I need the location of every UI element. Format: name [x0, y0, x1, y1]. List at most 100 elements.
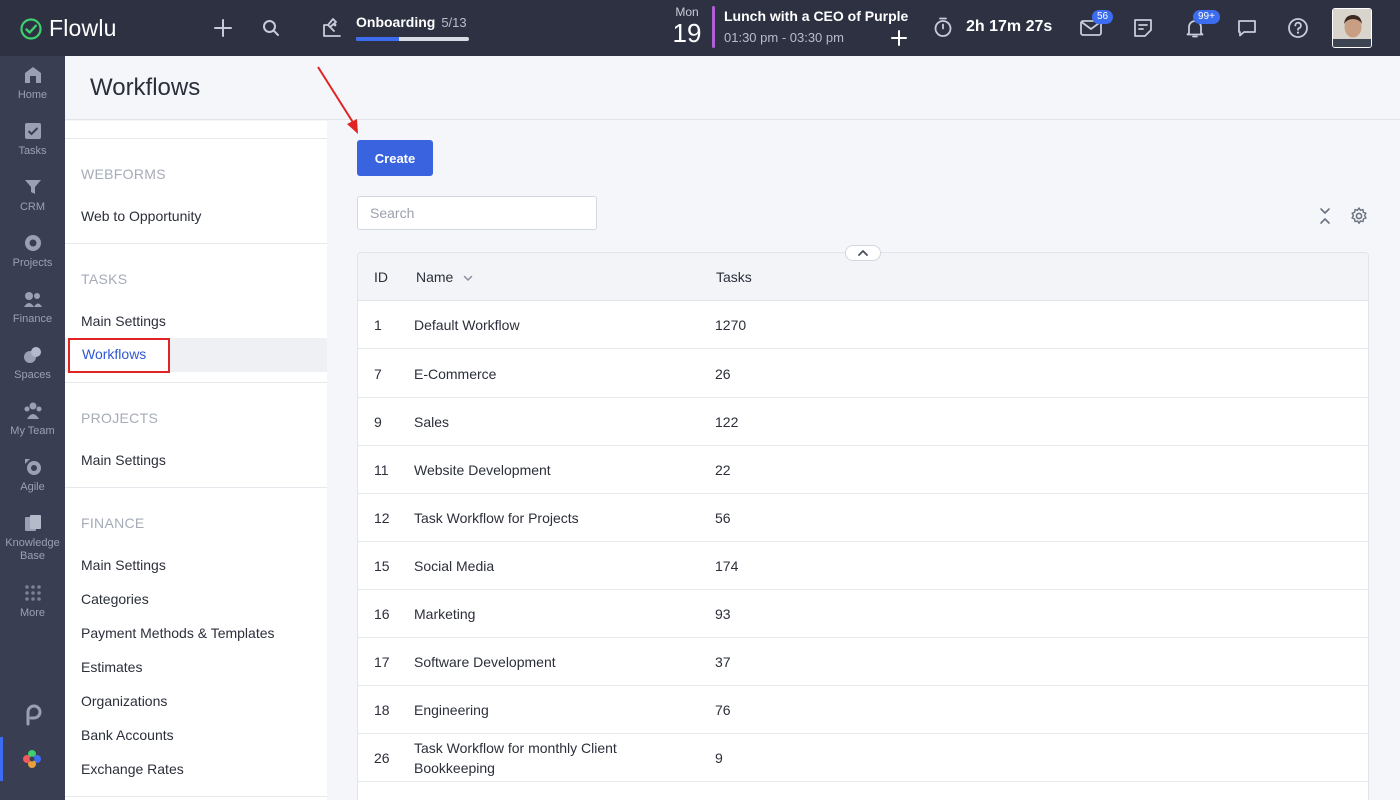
cell-id: 26 [374, 750, 390, 766]
user-avatar[interactable] [1332, 8, 1372, 48]
nav-spaces[interactable]: Spaces [0, 336, 65, 392]
create-button[interactable]: Create [357, 140, 433, 176]
cell-name[interactable]: Marketing [414, 604, 654, 624]
top-bar: Flowlu Onboarding 5/13 Mon 19 Lunch with … [0, 0, 1400, 56]
cell-name[interactable]: Social Media [414, 556, 654, 576]
knowledge-base-icon [24, 515, 41, 531]
cell-id: 11 [374, 462, 389, 478]
time-tracker[interactable]: 2h 17m 27s [932, 16, 1052, 38]
calendar-weekday: Mon [675, 5, 699, 19]
rocket-icon [323, 18, 341, 37]
upcoming-event[interactable]: Lunch with a CEO of Purple 01:30 pm - 03… [724, 8, 914, 45]
cell-tasks: 93 [715, 606, 731, 622]
mail-icon[interactable]: 56 [1079, 10, 1114, 40]
table-row[interactable]: 16 Marketing 93 [358, 590, 1368, 638]
settings-item-bank-accounts[interactable]: Bank Accounts [81, 727, 174, 743]
nav-label: Projects [12, 257, 53, 269]
nav-my-team[interactable]: My Team [0, 392, 65, 448]
nav-more[interactable]: More [0, 574, 65, 630]
cell-id: 17 [374, 654, 390, 670]
nav-projects[interactable]: Projects [0, 224, 65, 280]
settings-sidebar: WEBFORMS Web to Opportunity TASKS Main S… [65, 121, 327, 800]
table-row[interactable]: 11 Website Development 22 [358, 446, 1368, 494]
chat-icon[interactable] [1235, 16, 1259, 40]
table-row[interactable]: 15 Social Media 174 [358, 542, 1368, 590]
finance-icon [23, 292, 42, 307]
table-row[interactable]: 12 Task Workflow for Projects 56 [358, 494, 1368, 542]
nav-home[interactable]: Home [0, 56, 65, 112]
nav-tasks[interactable]: Tasks [0, 112, 65, 168]
settings-item-organizations[interactable]: Organizations [81, 693, 167, 709]
settings-item-estimates[interactable]: Estimates [81, 659, 142, 675]
section-title-finance: FINANCE [81, 515, 145, 531]
column-header-name[interactable]: Name [416, 269, 473, 285]
nav-knowledge-base[interactable]: Knowledge Base [0, 504, 65, 574]
cell-name[interactable]: Task Workflow for monthly Client Bookkee… [414, 738, 654, 778]
cell-name[interactable]: E-Commerce [414, 364, 654, 384]
team-icon [24, 402, 41, 419]
table-row[interactable]: 18 Engineering 76 [358, 686, 1368, 734]
workflows-table: ID Name Tasks 1 Default Workflow 1270 7 … [357, 252, 1369, 800]
app-name: Flowlu [49, 15, 117, 41]
settings-item-exchange-rates[interactable]: Exchange Rates [81, 761, 184, 777]
settings-item-tasks-main-settings[interactable]: Main Settings [81, 313, 166, 329]
section-title-webforms: WEBFORMS [81, 166, 166, 182]
table-row[interactable]: 17 Software Development 37 [358, 638, 1368, 686]
nav-finance[interactable]: Finance [0, 280, 65, 336]
table-row[interactable]: 26 Task Workflow for monthly Client Book… [358, 734, 1368, 782]
help-icon[interactable] [1286, 16, 1310, 40]
search-input[interactable] [357, 196, 597, 230]
gear-icon[interactable] [1349, 206, 1369, 226]
pin-icon [26, 704, 41, 726]
tasks-icon [24, 123, 41, 139]
column-header-tasks[interactable]: Tasks [716, 269, 752, 285]
section-title-tasks: TASKS [81, 271, 128, 287]
cell-name[interactable]: Engineering [414, 700, 654, 720]
flowlu-logo[interactable]: Flowlu [20, 15, 117, 42]
cell-name[interactable]: Sales [414, 412, 654, 432]
cell-name[interactable]: Software Development [414, 652, 654, 672]
table-row[interactable]: 7 E-Commerce 26 [358, 350, 1368, 398]
nav-label: Spaces [14, 369, 51, 381]
table-row[interactable]: 1 Default Workflow 1270 [358, 301, 1368, 349]
bell-icon[interactable]: 99+ [1183, 10, 1220, 40]
add-event-icon[interactable] [889, 28, 909, 48]
table-row[interactable]: 9 Sales 122 [358, 398, 1368, 446]
cell-name[interactable]: Website Development [414, 460, 654, 480]
settings-item-web-to-opportunity[interactable]: Web to Opportunity [81, 208, 201, 224]
settings-item-payment-methods[interactable]: Payment Methods & Templates [81, 625, 275, 641]
chevron-up-icon [858, 250, 868, 256]
settings-item-projects-main-settings[interactable]: Main Settings [81, 452, 166, 468]
settings-item-finance-main-settings[interactable]: Main Settings [81, 557, 166, 573]
settings-item-workflows[interactable]: Workflows [68, 338, 170, 373]
page-title: Workflows [90, 74, 201, 101]
event-time: 01:30 pm - 03:30 pm [724, 30, 844, 45]
nav-flowlu-extra[interactable] [0, 696, 65, 736]
collapse-filters-toggle[interactable] [845, 245, 881, 261]
cell-name[interactable]: Task Workflow for Projects [414, 508, 654, 528]
annotation-arrow [317, 66, 358, 134]
divider [65, 796, 327, 797]
column-header-id[interactable]: ID [374, 269, 388, 285]
nav-crm[interactable]: CRM [0, 168, 65, 224]
cell-tasks: 9 [715, 750, 723, 766]
cell-tasks: 22 [715, 462, 731, 478]
nav-settings[interactable] [0, 737, 65, 781]
cell-tasks: 37 [715, 654, 731, 670]
divider [65, 138, 327, 139]
nav-label: Home [17, 89, 48, 101]
calendar-day-number: 19 [672, 18, 702, 48]
settings-item-categories[interactable]: Categories [81, 591, 149, 607]
nav-agile[interactable]: Agile [0, 448, 65, 504]
crm-icon [24, 180, 41, 194]
nav-label: Finance [12, 313, 53, 325]
cell-id: 12 [374, 510, 390, 526]
nav-label: Tasks [18, 145, 47, 157]
calendar-date[interactable]: Mon 19 [668, 5, 706, 47]
onboarding-widget[interactable]: Onboarding 5/13 [320, 12, 480, 46]
collapse-rows-icon[interactable] [1315, 206, 1335, 226]
search-icon[interactable] [259, 16, 283, 40]
notes-icon[interactable] [1131, 16, 1155, 40]
plus-icon[interactable] [211, 16, 235, 40]
cell-name[interactable]: Default Workflow [414, 315, 654, 335]
